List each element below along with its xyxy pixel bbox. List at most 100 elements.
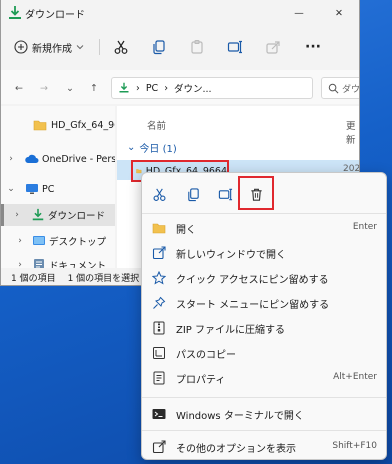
menu-item-label: Windows ターミナルで開く <box>176 411 304 422</box>
back-button[interactable]: ← <box>10 79 28 97</box>
chevron-right-icon: › <box>18 260 22 268</box>
breadcrumb-separator: › <box>164 82 168 94</box>
sidebar-item-pc[interactable]: ⌄ PC <box>1 178 115 200</box>
ctx-delete-button[interactable] <box>245 183 267 205</box>
sidebar-item-label: デスクトップ <box>49 237 107 248</box>
open-folder-icon <box>152 223 166 234</box>
pc-monitor-icon <box>26 184 38 194</box>
ctx-copy-button[interactable] <box>182 183 204 205</box>
column-header-modified[interactable]: 更新 <box>346 118 359 146</box>
sidebar-item-label: ドキュメント <box>49 261 107 268</box>
search-icon <box>328 83 339 93</box>
title-bar: ダウンロード — ✕ <box>1 0 359 26</box>
search-placeholder: ダウンロ <box>342 84 360 95</box>
new-window-icon <box>152 246 166 260</box>
window-title: ダウンロード <box>25 10 85 21</box>
more-button[interactable]: ··· <box>303 37 323 57</box>
paste-icon <box>191 39 203 54</box>
copy-icon <box>153 40 165 55</box>
menu-item-shortcut: Shift+F10 <box>332 441 377 451</box>
recent-locations-button[interactable]: ⌄ <box>61 79 79 97</box>
more-options-icon <box>152 440 166 454</box>
chevron-right-icon: › <box>18 236 22 246</box>
menu-item-label: スタート メニューにピン留めする <box>176 300 330 311</box>
up-button[interactable]: ↑ <box>85 79 103 97</box>
search-box[interactable]: ダウンロ <box>321 77 360 99</box>
plus-icon <box>14 40 28 54</box>
rename-icon <box>218 188 232 200</box>
share-button[interactable] <box>263 37 283 57</box>
toolbar-divider <box>99 39 100 55</box>
menu-item-shortcut: Alt+Enter <box>333 372 377 382</box>
onedrive-cloud-icon <box>25 154 39 163</box>
paste-button[interactable] <box>187 37 207 57</box>
copy-icon <box>187 187 199 201</box>
close-button[interactable]: ✕ <box>319 0 359 26</box>
chevron-down-icon: ⌄ <box>127 142 136 153</box>
downloads-icon <box>119 82 129 93</box>
sidebar-item-desktop[interactable]: › デスクトップ <box>1 230 115 252</box>
menu-item-pin-start[interactable]: スタート メニューにピン留めする <box>142 291 386 315</box>
menu-item-more-options[interactable]: その他のオプションを表示 Shift+F10 <box>142 435 386 459</box>
copy-button[interactable] <box>149 37 169 57</box>
folder-icon <box>33 120 47 131</box>
menu-item-open-new-window[interactable]: 新しいウィンドウで開く <box>142 241 386 265</box>
navigation-pane: HD_Gfx_64_96 › OneDrive - Pers ⌄ PC › ダウ… <box>1 106 115 268</box>
copy-path-icon <box>153 347 165 359</box>
status-selected-count: 1 個の項目を選択 <box>67 273 140 284</box>
menu-divider <box>142 213 386 214</box>
menu-item-copy-path[interactable]: パスのコピー <box>142 341 386 365</box>
menu-divider <box>142 430 386 431</box>
context-menu: 開く Enter 新しいウィンドウで開く クイック アクセスにピン留めする スタ… <box>141 172 387 460</box>
menu-item-open[interactable]: 開く Enter <box>142 216 386 240</box>
downloads-icon <box>32 208 44 221</box>
ctx-rename-button[interactable] <box>214 183 236 205</box>
ctx-cut-button[interactable] <box>148 183 170 205</box>
arrow-left-icon: ← <box>15 82 23 94</box>
menu-item-label: 開く <box>176 225 196 236</box>
sidebar-item-documents[interactable]: › ドキュメント <box>1 254 115 268</box>
group-header-today[interactable]: ⌄ 今日 (1) <box>127 140 177 155</box>
new-button-label: 新規作成 <box>32 43 72 55</box>
navigation-bar: ← → ⌄ ↑ › PC › ダウン... ダウンロ <box>1 70 359 104</box>
chevron-down-icon: ⌄ <box>66 82 74 94</box>
minimize-icon: — <box>294 7 304 19</box>
downloads-folder-icon <box>9 6 21 19</box>
menu-item-open-terminal[interactable]: Windows ターミナルで開く <box>142 402 386 426</box>
address-bar[interactable]: › PC › ダウン... <box>111 77 313 99</box>
menu-item-properties[interactable]: プロパティ Alt+Enter <box>142 366 386 390</box>
breadcrumb-downloads[interactable]: ダウン... <box>174 81 212 95</box>
delete-icon <box>250 188 262 201</box>
more-icon: ··· <box>305 39 321 55</box>
minimize-button[interactable]: — <box>279 0 319 26</box>
chevron-down-icon: ⌄ <box>7 184 15 194</box>
breadcrumb-pc[interactable]: PC <box>146 83 158 94</box>
terminal-icon <box>152 409 166 419</box>
chevron-down-icon <box>76 45 84 50</box>
sidebar-item-downloads[interactable]: › ダウンロード <box>1 204 115 226</box>
sidebar-item-label: PC <box>42 183 55 195</box>
cut-button[interactable] <box>111 37 131 57</box>
new-button[interactable]: 新規作成 <box>14 38 84 56</box>
star-icon <box>152 271 166 285</box>
menu-divider <box>142 397 386 398</box>
forward-button[interactable]: → <box>35 79 53 97</box>
zip-icon <box>153 321 165 335</box>
arrow-up-icon: ↑ <box>90 82 98 94</box>
close-icon: ✕ <box>335 7 343 19</box>
column-header-name[interactable]: 名前 <box>147 118 166 132</box>
menu-item-label: ZIP ファイルに圧縮する <box>176 325 286 336</box>
sidebar-item-label: OneDrive - Pers <box>42 153 115 165</box>
menu-item-pin-quick-access[interactable]: クイック アクセスにピン留めする <box>142 266 386 290</box>
sidebar-item-label: ダウンロード <box>48 211 106 222</box>
sidebar-item-onedrive[interactable]: › OneDrive - Pers <box>1 148 115 170</box>
rename-button[interactable] <box>225 37 245 57</box>
command-bar: 新規作成 ··· <box>1 29 359 63</box>
menu-item-label: 新しいウィンドウで開く <box>176 250 286 261</box>
sidebar-item-hd-gfx[interactable]: HD_Gfx_64_96 <box>1 114 115 136</box>
menu-item-shortcut: Enter <box>352 222 377 232</box>
desktop-icon <box>33 236 45 245</box>
menu-item-compress-zip[interactable]: ZIP ファイルに圧縮する <box>142 316 386 340</box>
status-item-count: 1 個の項目 <box>11 273 56 284</box>
menu-item-label: パスのコピー <box>176 350 236 361</box>
